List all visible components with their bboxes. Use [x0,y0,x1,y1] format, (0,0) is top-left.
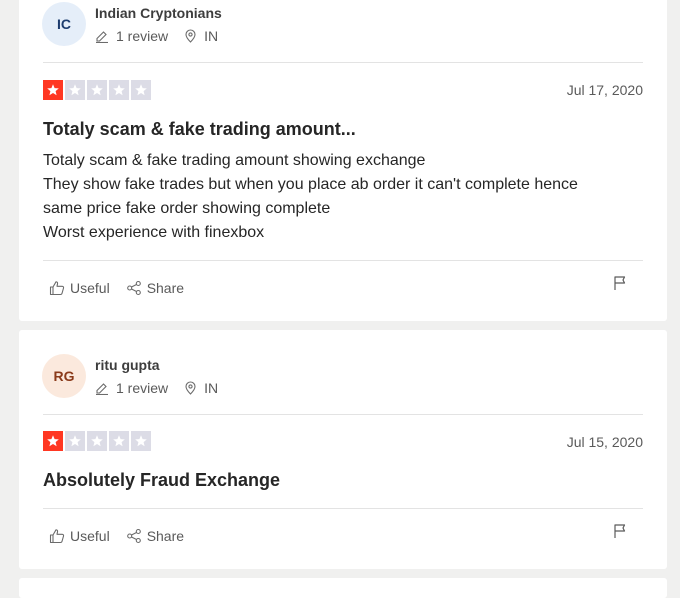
reviewer-name[interactable]: Indian Cryptonians [95,5,222,21]
avatar-initials: RG [53,368,75,384]
useful-button[interactable]: Useful [49,280,110,296]
reviewer-name[interactable]: ritu gupta [95,357,160,373]
review-date: Jul 15, 2020 [566,434,643,450]
review-count-label: 1 review [116,380,169,396]
review-count-label: 1 review [116,28,169,44]
star-empty-icon [87,431,107,451]
reviewer-location: IN [184,28,218,44]
location-pin-icon [185,381,196,395]
review-count: 1 review [95,28,168,44]
review-date: Jul 17, 2020 [566,82,643,98]
reviewer-meta: 1 review IN [95,28,218,44]
star-empty-icon [65,80,85,100]
reviewer-meta: 1 review IN [95,380,218,396]
review-actions: Useful Share [49,280,184,296]
review-body-line: They show fake trades but when you place… [43,176,578,193]
review-body-line: Totaly scam & fake trading amount showin… [43,152,426,169]
review-card: RG ritu gupta 1 review IN Jul 15, 2020 A… [19,330,667,569]
review-card [19,578,667,598]
star-empty-icon [131,431,151,451]
review-actions: Useful Share [49,528,184,544]
star-rating [43,80,151,100]
location-label: IN [204,28,219,44]
thumbs-up-icon [49,529,65,544]
share-icon [126,280,141,296]
thumbs-up-icon [49,281,65,296]
avatar[interactable]: IC [42,2,86,46]
share-icon [126,528,141,544]
star-empty-icon [65,431,85,451]
review-body-line: same price fake order showing complete [43,200,331,217]
review-card: IC Indian Cryptonians 1 review IN Jul 17… [19,0,667,321]
review-count: 1 review [95,380,168,396]
divider [43,508,643,509]
divider [43,62,643,63]
location-pin-icon [185,29,196,43]
share-button[interactable]: Share [126,280,184,296]
star-rating [43,431,151,451]
pencil-icon [96,31,108,43]
star-filled-icon [43,80,63,100]
avatar[interactable]: RG [42,354,86,398]
review-body: Totaly scam & fake trading amount showin… [43,149,643,245]
star-empty-icon [87,80,107,100]
reviewer-location: IN [184,380,218,396]
pencil-icon [96,383,108,395]
star-empty-icon [109,80,129,100]
share-label: Share [146,280,185,296]
flag-icon[interactable] [613,275,627,296]
useful-button[interactable]: Useful [49,528,110,544]
flag-icon[interactable] [613,523,627,544]
review-title[interactable]: Totaly scam & fake trading amount... [43,119,356,140]
star-empty-icon [131,80,151,100]
divider [43,414,643,415]
divider [43,260,643,261]
useful-label: Useful [70,528,110,544]
review-body-line: Worst experience with finexbox [43,224,265,241]
star-empty-icon [109,431,129,451]
review-title[interactable]: Absolutely Fraud Exchange [43,470,280,491]
location-label: IN [204,380,219,396]
share-button[interactable]: Share [126,528,184,544]
star-filled-icon [43,431,63,451]
useful-label: Useful [70,280,110,296]
avatar-initials: IC [57,16,71,32]
share-label: Share [146,528,185,544]
